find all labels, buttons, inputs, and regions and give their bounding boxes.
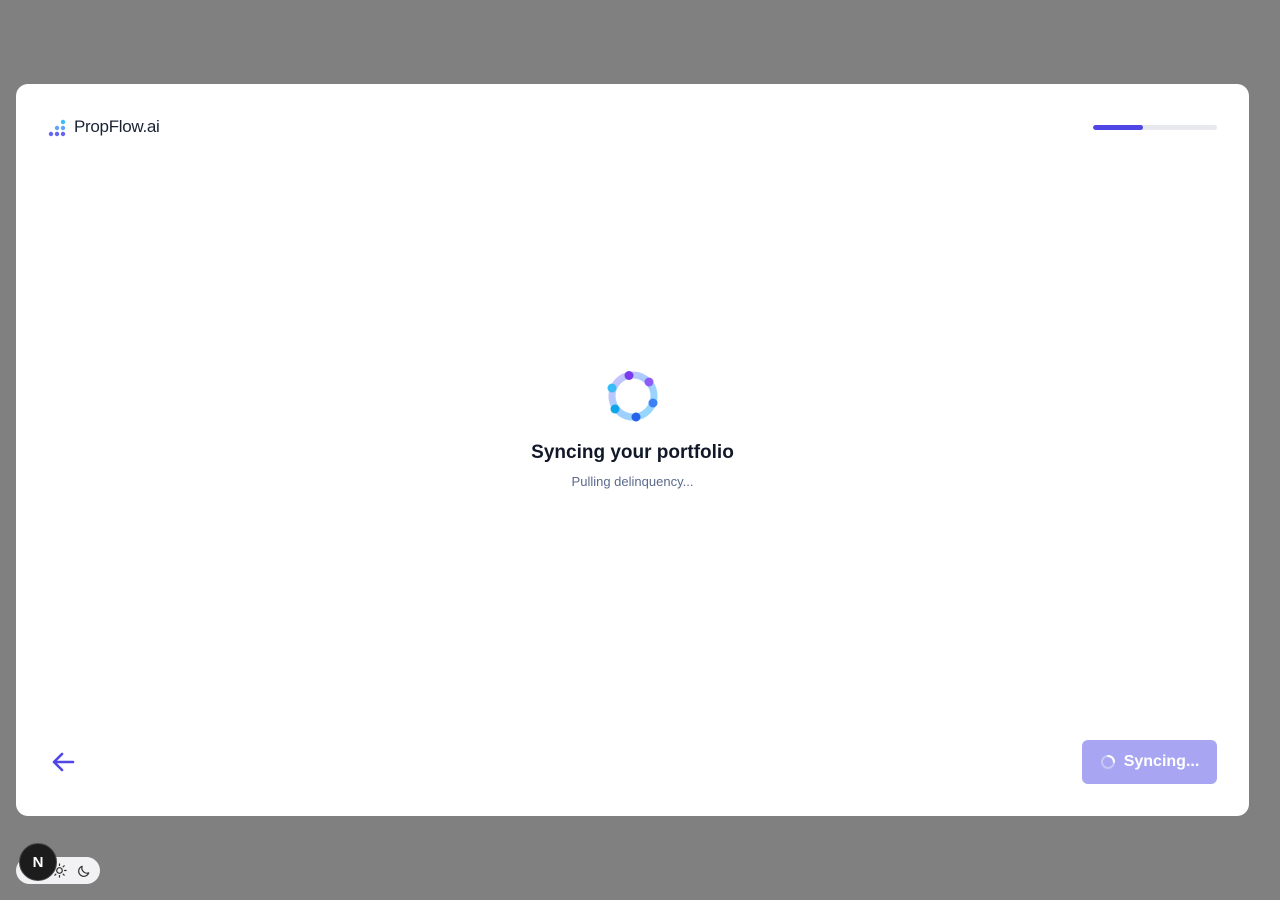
sync-button[interactable]: Syncing...: [1082, 740, 1217, 784]
loading-spinner-icon: [607, 371, 657, 422]
moon-icon[interactable]: [77, 863, 92, 878]
progress-fill: [1093, 125, 1143, 130]
badge-letter: N: [32, 853, 44, 871]
logo-mark-icon: [48, 119, 66, 137]
arrow-left-icon: [52, 752, 75, 772]
sync-status-text: Pulling delinquency...: [571, 474, 694, 489]
onboarding-modal: PropFlow.ai Syncing your portfolio Pulli…: [16, 84, 1249, 816]
nextjs-dev-badge[interactable]: N: [19, 843, 57, 881]
button-spinner-icon: [1100, 755, 1115, 769]
sync-button-label: Syncing...: [1123, 753, 1200, 770]
sync-status-panel: Syncing your portfolio Pulling delinquen…: [16, 368, 1249, 489]
onboarding-progress-bar: [1093, 125, 1217, 130]
sync-title: Syncing your portfolio: [531, 442, 734, 463]
back-button[interactable]: [48, 748, 78, 776]
logo-text: PropFlow.ai: [74, 117, 160, 136]
logo: PropFlow.ai: [48, 116, 160, 138]
